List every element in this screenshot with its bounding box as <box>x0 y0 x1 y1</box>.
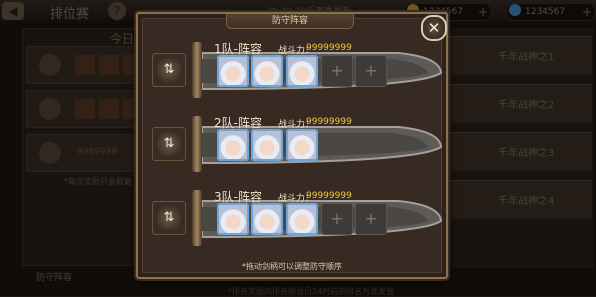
team-row-3: ⇅ 3队-阵容 战斗力： 99999999 + + <box>146 188 444 250</box>
add-hero-slot[interactable]: + <box>321 203 353 235</box>
team-plate: ⇅ <box>152 53 186 87</box>
hero-portrait-icon <box>253 205 281 233</box>
defense-lineup-dialog: 防守阵容 ⇅ 1队-阵容 战斗力： 99999999 + + ⇅ 2队-阵容 战… <box>136 12 448 279</box>
hero-slot[interactable] <box>286 203 318 235</box>
power-value: 99999999 <box>306 43 352 53</box>
hero-portrait-icon <box>253 131 281 159</box>
hero-slot[interactable] <box>251 129 283 161</box>
hero-slot[interactable] <box>217 55 249 87</box>
add-hero-slot[interactable]: + <box>355 203 387 235</box>
team-row-2: ⇅ 2队-阵容 战斗力： 99999999 <box>146 114 444 176</box>
hero-portrait-icon <box>219 57 247 85</box>
dialog-title: 防守阵容 <box>226 14 354 29</box>
hero-slot[interactable] <box>217 203 249 235</box>
hero-slot[interactable] <box>286 55 318 87</box>
hero-portrait-icon <box>219 131 247 159</box>
team-plate: ⇅ <box>152 127 186 161</box>
power-value: 99999999 <box>306 117 352 127</box>
sword-hilt-handle[interactable] <box>192 190 202 246</box>
sword-hilt-handle[interactable] <box>192 42 202 98</box>
sword-hilt-handle[interactable] <box>192 116 202 172</box>
add-hero-slot[interactable]: + <box>355 55 387 87</box>
team-row-1: ⇅ 1队-阵容 战斗力： 99999999 + + <box>146 40 444 102</box>
hero-slot[interactable] <box>251 203 283 235</box>
hero-slot[interactable] <box>286 129 318 161</box>
drag-hint: *拖动剑柄可以调整防守顺序 <box>242 262 342 271</box>
swap-order-icon[interactable]: ⇅ <box>157 58 181 82</box>
power-value: 99999999 <box>306 191 352 201</box>
close-icon[interactable]: ✕ <box>421 15 447 41</box>
hero-slot[interactable] <box>217 129 249 161</box>
hero-slot[interactable] <box>251 55 283 87</box>
hero-portrait-icon <box>288 131 316 159</box>
hero-portrait-icon <box>253 57 281 85</box>
swap-order-icon[interactable]: ⇅ <box>157 132 181 156</box>
swap-order-icon[interactable]: ⇅ <box>157 206 181 230</box>
add-hero-slot[interactable]: + <box>321 55 353 87</box>
hero-portrait-icon <box>288 205 316 233</box>
hero-portrait-icon <box>288 57 316 85</box>
team-plate: ⇅ <box>152 201 186 235</box>
hero-portrait-icon <box>219 205 247 233</box>
